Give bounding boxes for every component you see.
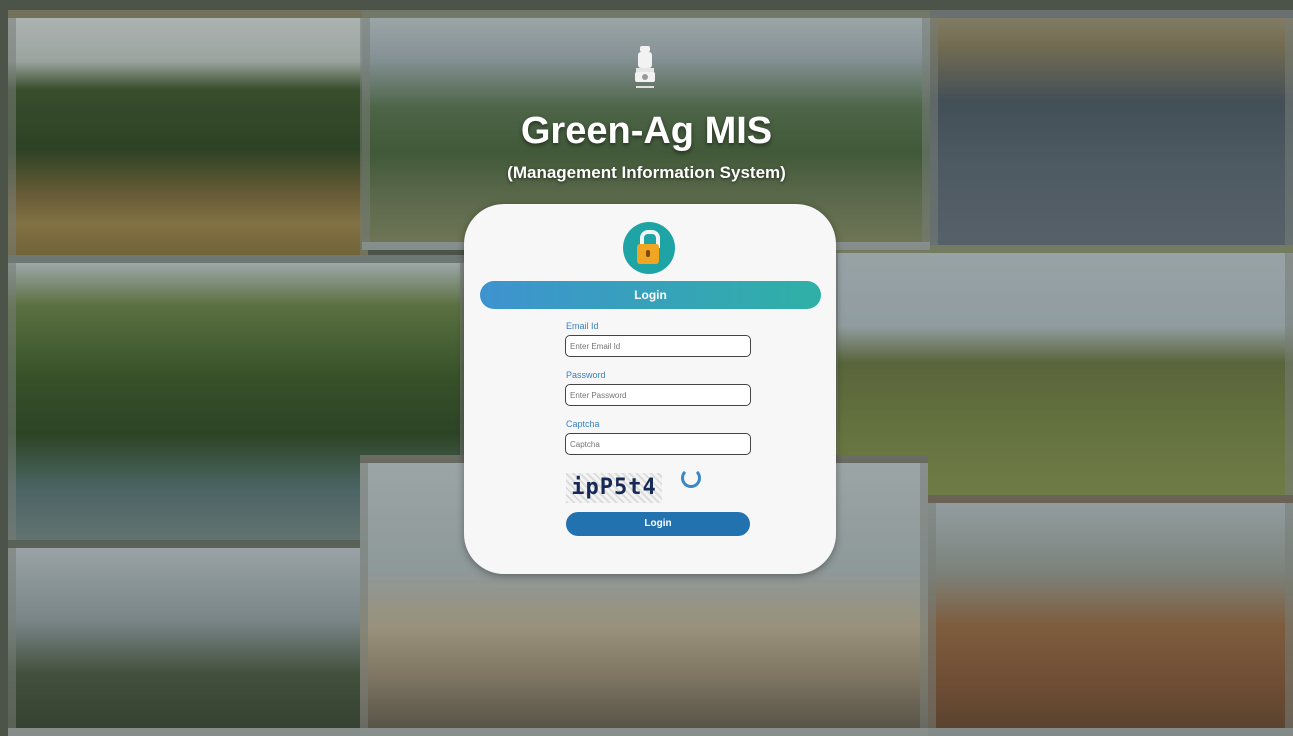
national-emblem-icon: [635, 46, 655, 88]
app-subtitle: (Management Information System): [507, 163, 786, 182]
password-label: Password: [566, 370, 606, 380]
captcha-label: Captcha: [566, 419, 600, 429]
padlock-keyhole: [646, 250, 650, 257]
email-field[interactable]: [565, 335, 751, 357]
password-field[interactable]: [565, 384, 751, 406]
captcha-image: ipP5t4: [566, 473, 662, 503]
refresh-icon[interactable]: [681, 468, 701, 488]
email-label: Email Id: [566, 321, 599, 331]
app-title: Green-Ag MIS: [520, 110, 773, 152]
login-banner: Login: [480, 281, 821, 309]
login-button[interactable]: Login: [566, 512, 750, 536]
captcha-field[interactable]: [565, 433, 751, 455]
